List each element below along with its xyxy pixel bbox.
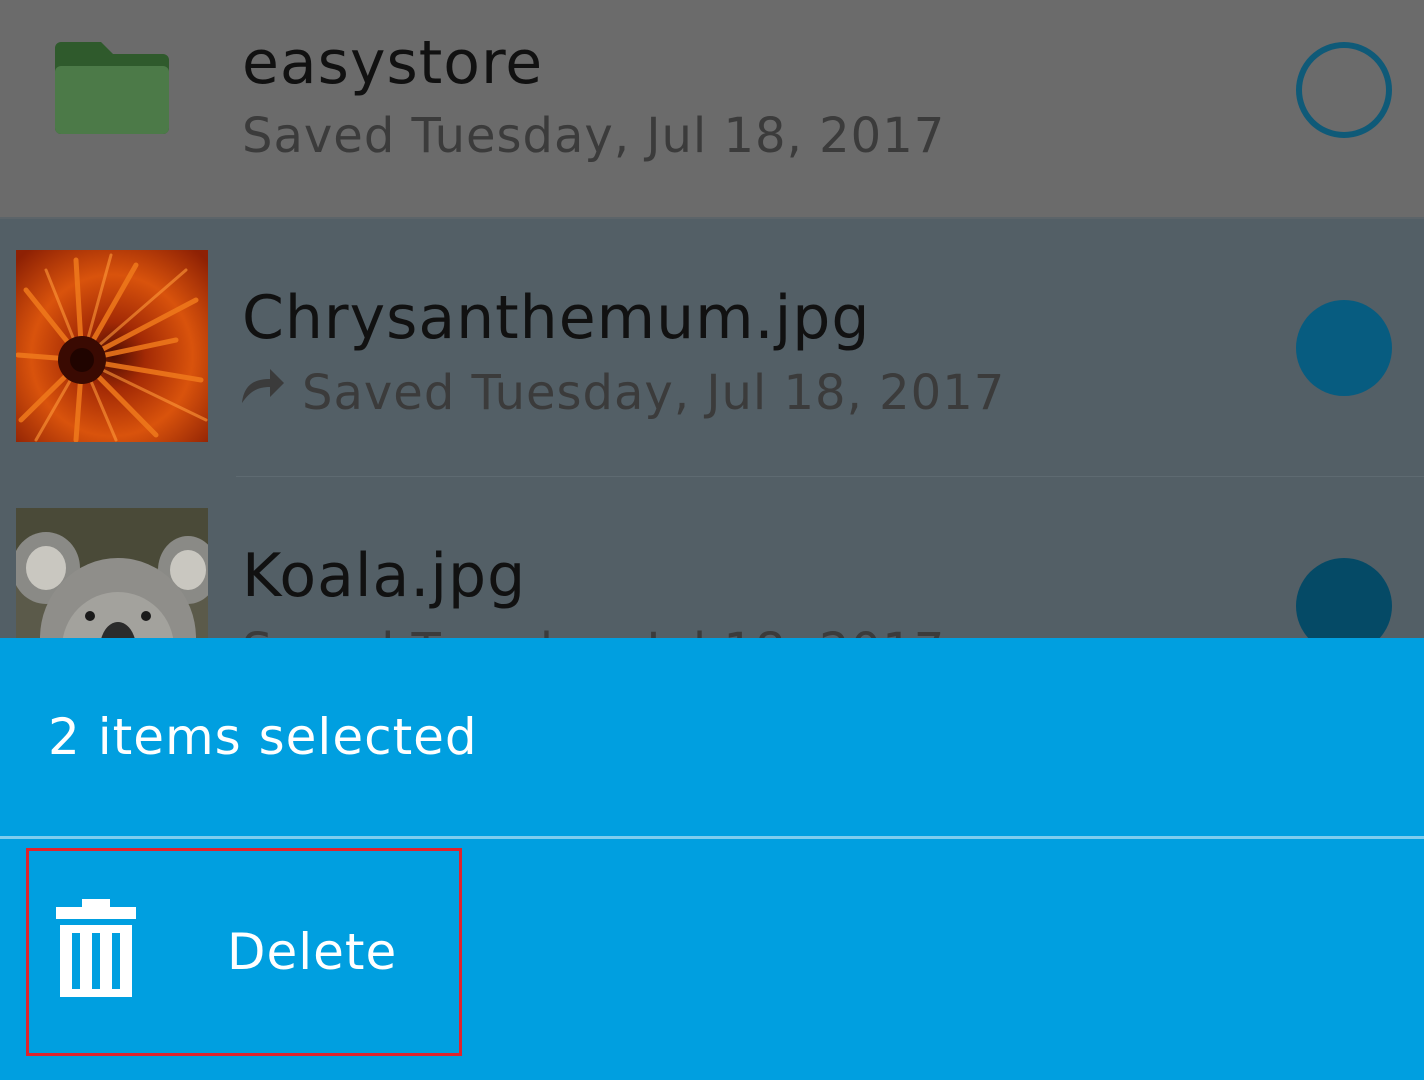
chrysanthemum-thumbnail — [16, 250, 208, 442]
file-date: Saved Tuesday, Jul 18, 2017 — [242, 108, 946, 164]
file-list: easystore Saved Tuesday, Jul 18, 2017 Ch… — [0, 0, 1424, 640]
file-row-easystore[interactable]: easystore Saved Tuesday, Jul 18, 2017 — [0, 0, 1424, 218]
delete-label: Delete — [227, 923, 398, 981]
file-row-koala[interactable]: Koala.jpg Saved Tuesday, Jul 18, 2017 — [0, 477, 1424, 640]
file-name: Chrysanthemum.jpg — [242, 283, 871, 353]
select-circle-unchecked[interactable] — [1296, 42, 1392, 138]
file-row-chrysanthemum[interactable]: Chrysanthemum.jpg Saved Tuesday, Jul 18,… — [0, 219, 1424, 477]
select-circle-checked[interactable] — [1296, 300, 1392, 396]
trash-icon — [56, 899, 136, 997]
selection-count: 2 items selected — [48, 708, 478, 766]
action-sheet: 2 items selected Delete — [0, 638, 1424, 1080]
file-name: Koala.jpg — [242, 541, 527, 611]
file-date: Saved Tuesday, Jul 18, 2017 — [302, 365, 1006, 421]
delete-button[interactable]: Delete — [26, 848, 462, 1056]
share-arrow-icon — [242, 369, 284, 403]
select-circle-checked[interactable] — [1296, 558, 1392, 640]
sheet-divider — [0, 836, 1424, 839]
folder-icon — [55, 42, 169, 134]
file-name: easystore — [242, 28, 544, 98]
koala-thumbnail — [16, 508, 208, 640]
